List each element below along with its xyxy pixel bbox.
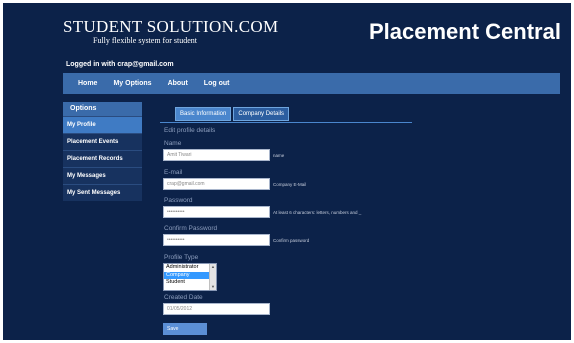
scroll-up-arrow-icon[interactable]: ▲ [210,264,216,270]
scroll-down-arrow-icon[interactable]: ▼ [210,284,216,290]
logo-tagline: Fully flexible system for student [93,36,197,45]
app-frame: STUDENT SOLUTION.COM Fully flexible syst… [3,3,571,340]
brand-title: Placement Central [369,19,561,44]
password-input[interactable]: •••••••••• [163,206,270,218]
nav-home[interactable]: Home [78,80,97,87]
email-hint: Company E-Mail [273,182,307,187]
site-logo[interactable]: STUDENT SOLUTION.COM Fully flexible syst… [63,17,278,45]
profile-type-option-student[interactable]: Student [164,279,209,287]
name-hint: name [273,153,285,158]
sidebar-item-placement-records[interactable]: Placement Records [63,150,142,167]
confirm-password-input[interactable]: •••••••••• [163,234,270,246]
email-label: E-mail [164,169,183,176]
confirm-password-hint: Confirm password [273,238,310,243]
form-title: Edit profile details [164,127,216,134]
sidebar-item-my-profile[interactable]: My Profile [63,116,142,133]
profile-type-option-company[interactable]: Company [164,271,209,279]
confirm-password-label: Confirm Password [164,225,218,232]
top-nav: Home My Options About Log out [63,73,560,94]
profile-type-label: Profile Type [164,254,199,261]
sidebar: Options My Profile Placement Events Plac… [63,102,142,201]
password-hint: At least 6 characters: letters, numbers … [273,210,362,215]
nav-logout[interactable]: Log out [204,80,230,87]
tab-company-details[interactable]: Company Details [233,107,290,121]
profile-type-option-administrator[interactable]: Administrator [164,264,209,272]
sidebar-heading: Options [63,102,142,116]
created-date-input[interactable]: 01/05/2012 [163,303,270,315]
sidebar-item-my-messages[interactable]: My Messages [63,167,142,184]
logo-title: STUDENT SOLUTION.COM [63,17,279,36]
sidebar-item-placement-events[interactable]: Placement Events [63,133,142,150]
created-date-label: Created Date [164,294,203,301]
nav-about[interactable]: About [168,80,188,87]
welcome-text: Logged in with crap@gmail.com [66,61,174,68]
save-button[interactable]: Save [163,323,207,335]
sidebar-item-my-sent-messages[interactable]: My Sent Messages [63,184,142,201]
email-input[interactable]: crap@gmail.com [163,178,270,190]
name-label: Name [164,140,182,147]
password-label: Password [164,197,193,204]
name-input[interactable]: Amit Tiwari [163,149,270,161]
tab-basic-information[interactable]: Basic Information [175,107,232,121]
profile-type-listbox[interactable]: Administrator Company Student ▲ ▼ [163,263,217,291]
profile-tabs: Basic Information Company Details [175,107,291,121]
nav-my-options[interactable]: My Options [113,80,151,87]
listbox-scrollbar[interactable]: ▲ ▼ [209,264,216,290]
tab-divider [160,122,412,123]
